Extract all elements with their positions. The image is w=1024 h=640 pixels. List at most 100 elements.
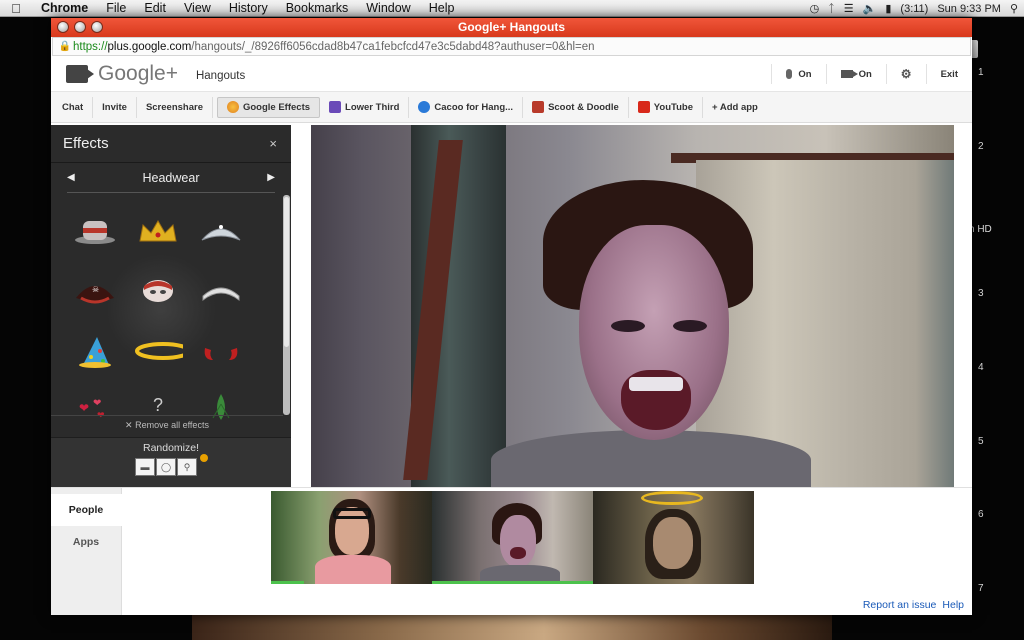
bluetooth-icon[interactable]: ᛏ xyxy=(828,3,835,15)
camera-icon xyxy=(840,70,858,78)
halo-icon[interactable] xyxy=(133,333,183,369)
desktop-number: 2 xyxy=(978,141,984,152)
add-app-button[interactable]: + Add app xyxy=(703,97,767,118)
menu-app-name[interactable]: Chrome xyxy=(32,1,97,15)
headband-slot-icon[interactable]: ▬ xyxy=(135,458,155,476)
effects-category-selector: ◀ Headwear ▶ xyxy=(67,163,275,193)
settings-button[interactable]: ⚙ xyxy=(885,64,926,84)
effects-icon xyxy=(226,101,239,113)
clock[interactable]: Sun 9:33 PM xyxy=(937,3,1001,15)
participant-image xyxy=(315,555,391,584)
url-host: plus.google.com xyxy=(107,40,192,53)
participant-image xyxy=(653,517,693,569)
hangout-header: Google+ Hangouts On On ⚙ Exit xyxy=(51,56,972,92)
camera-toggle[interactable]: On xyxy=(825,64,886,84)
remove-all-effects-button[interactable]: ✕ Remove all effects xyxy=(51,415,283,431)
browser-window: Google+ Hangouts 🔒 https:// plus.google.… xyxy=(51,18,972,615)
randomize-section: Randomize! ▬ ◯ ⚲ xyxy=(51,437,291,487)
microphone-icon xyxy=(786,69,793,79)
next-category-icon[interactable]: ▶ xyxy=(267,172,275,183)
tab-apps[interactable]: Apps xyxy=(51,526,121,558)
tab-cacoo[interactable]: Cacoo for Hang... xyxy=(409,96,524,118)
address-bar[interactable]: 🔒 https:// plus.google.com /hangouts/_/8… xyxy=(52,37,971,56)
camera-state: On xyxy=(858,68,872,80)
menu-window[interactable]: Window xyxy=(357,1,419,15)
exit-button[interactable]: Exit xyxy=(925,64,972,84)
volume-icon[interactable]: 🔈 xyxy=(863,2,877,15)
tab-people[interactable]: People xyxy=(51,494,122,526)
tab-label: Cacoo for Hang... xyxy=(434,101,514,113)
tab-google-effects[interactable]: Google Effects xyxy=(216,96,321,118)
magnifier-slot-icon[interactable]: ⚲ xyxy=(177,458,197,476)
window-title: Google+ Hangouts xyxy=(457,20,565,34)
menu-history[interactable]: History xyxy=(220,1,277,15)
tiara-icon[interactable] xyxy=(196,213,246,249)
google-plus-logo[interactable]: Google+ xyxy=(98,62,178,86)
tab-youtube[interactable]: YouTube xyxy=(629,96,704,118)
participant-thumbnail[interactable] xyxy=(593,491,754,584)
close-window-button[interactable] xyxy=(57,21,69,33)
desktop-number: 5 xyxy=(978,436,984,447)
tab-invite[interactable]: Invite xyxy=(93,96,137,118)
speaking-indicator xyxy=(271,581,304,584)
mic-toggle[interactable]: On xyxy=(771,64,825,84)
tab-label: Invite xyxy=(102,101,127,113)
mic-state: On xyxy=(798,68,812,80)
mask-icon[interactable] xyxy=(133,273,183,309)
apple-icon[interactable]:  xyxy=(0,1,32,16)
scoot-doodle-icon xyxy=(532,101,545,113)
desktop:  Chrome File Edit View History Bookmark… xyxy=(0,0,1024,640)
effects-scrollbar[interactable] xyxy=(283,195,290,415)
svg-text:❤: ❤ xyxy=(79,401,89,415)
wifi-icon[interactable]: ☰ xyxy=(844,2,854,15)
tab-lower-third[interactable]: Lower Third xyxy=(320,96,410,118)
gear-icon: ⚙ xyxy=(900,67,912,81)
url-scheme: https:// xyxy=(73,40,108,53)
battery-icon[interactable]: ▮ xyxy=(885,2,891,15)
menu-edit[interactable]: Edit xyxy=(135,1,175,15)
effects-grid: ☠ ❤ ❤ ❤ ? xyxy=(51,199,291,425)
halo-slot-icon[interactable]: ◯ xyxy=(156,458,176,476)
devil-horns-icon[interactable] xyxy=(196,333,246,369)
close-icon[interactable]: × xyxy=(269,136,277,151)
help-link[interactable]: Help xyxy=(942,599,964,611)
bottom-panel: People Apps Report an issue Help xyxy=(51,487,972,615)
crown-icon[interactable] xyxy=(133,213,183,249)
effects-panel: Effects × ◀ Headwear ▶ ☠ ❤ ❤ ❤ ? ✕ Remov… xyxy=(51,125,291,487)
headband-icon[interactable] xyxy=(196,273,246,309)
page-title: Hangouts xyxy=(195,69,246,82)
participant-thumbnail[interactable] xyxy=(271,491,432,584)
previous-category-icon[interactable]: ◀ xyxy=(67,172,75,183)
report-issue-link[interactable]: Report an issue xyxy=(863,599,937,611)
lock-icon[interactable]: 🔒 xyxy=(57,41,73,52)
party-hat-icon[interactable] xyxy=(70,333,120,369)
zoom-window-button[interactable] xyxy=(91,21,103,33)
main-video[interactable] xyxy=(311,125,954,487)
menu-file[interactable]: File xyxy=(97,1,135,15)
menu-help[interactable]: Help xyxy=(420,1,464,15)
participant-thumbnail[interactable] xyxy=(432,491,593,584)
menu-bookmarks[interactable]: Bookmarks xyxy=(277,1,358,15)
url-path: /hangouts/_/8926ff6056cdad8b47ca1febcfcd… xyxy=(191,40,595,53)
top-hat-icon[interactable] xyxy=(70,213,120,249)
participant-image xyxy=(510,547,526,559)
spotlight-icon[interactable]: ⚲ xyxy=(1010,2,1018,15)
tab-scoot-doodle[interactable]: Scoot & Doodle xyxy=(523,96,629,118)
tab-chat[interactable]: Chat xyxy=(53,96,94,118)
menu-view[interactable]: View xyxy=(175,1,220,15)
hangouts-camera-icon xyxy=(66,64,94,83)
randomize-indicator xyxy=(200,454,208,462)
minimize-window-button[interactable] xyxy=(74,21,86,33)
desktop-label: h HD xyxy=(969,224,992,235)
randomize-button[interactable]: Randomize! xyxy=(51,442,291,454)
tab-label: Scoot & Doodle xyxy=(548,101,619,113)
menubar-tray: ◷ ᛏ ☰ 🔈 ▮ (3:11) Sun 9:33 PM ⚲ xyxy=(810,0,1018,17)
pirate-hat-icon[interactable]: ☠ xyxy=(70,273,120,309)
tab-screenshare[interactable]: Screenshare xyxy=(137,96,213,118)
effects-title: Effects xyxy=(63,135,109,152)
time-machine-icon[interactable]: ◷ xyxy=(810,2,820,15)
tab-label: Google Effects xyxy=(242,101,311,113)
youtube-icon xyxy=(637,101,650,113)
cacoo-icon xyxy=(418,101,431,113)
glasses-icon xyxy=(333,508,371,519)
